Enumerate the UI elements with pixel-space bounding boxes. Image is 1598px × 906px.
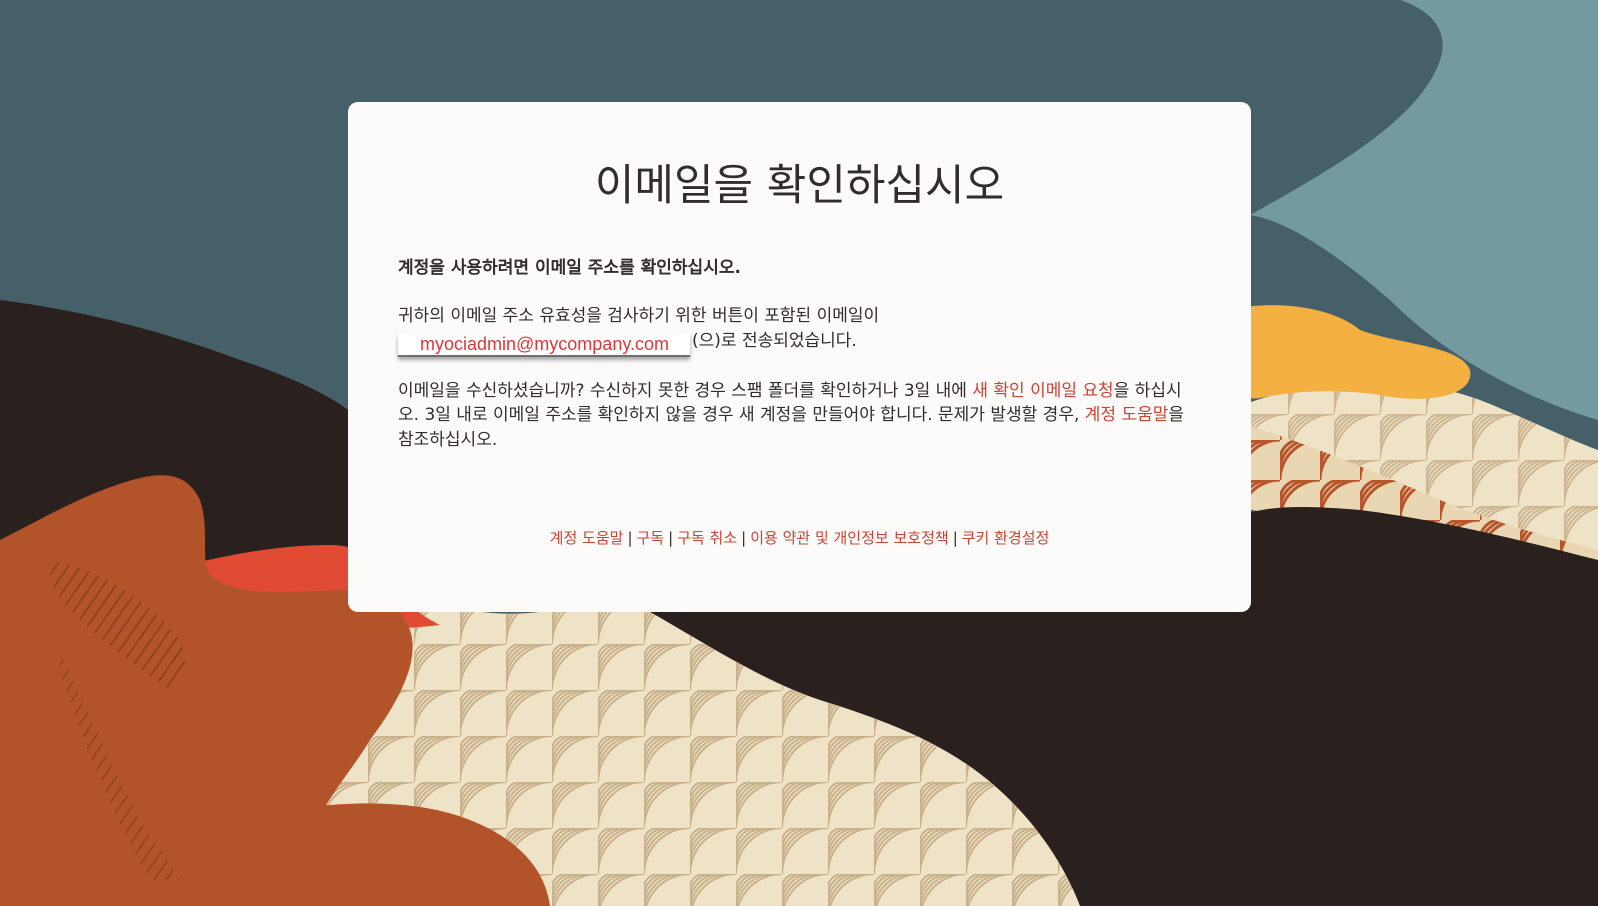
footer-link-terms-privacy[interactable]: 이용 약관 및 개인정보 보호정책 xyxy=(750,529,948,547)
footer-links: 계정 도움말 | 구독 | 구독 취소 | 이용 약관 및 개인정보 보호정책 | 쿠키 환경설… xyxy=(348,528,1251,548)
page-title: 이메일을 확인하십시오 xyxy=(594,161,1005,211)
footer-separator: | xyxy=(627,529,633,547)
account-help-link[interactable]: 계정 도움말 xyxy=(1085,405,1169,425)
page-background: 이메일을 확인하십시오 계정을 사용하려면 이메일 주소를 확인하십시오. 귀하… xyxy=(0,0,1598,906)
email-address-highlight: myociadmin@mycompany.com xyxy=(398,332,690,357)
not-received-message: 이메일을 수신하셨습니까? 수신하지 못한 경우 스팸 폴더를 확인하거나 3일… xyxy=(398,379,1201,453)
footer-link-subscribe[interactable]: 구독 xyxy=(637,529,665,547)
footer-link-unsubscribe[interactable]: 구독 취소 xyxy=(677,529,737,547)
email-sent-suffix: (으)로 전송되었습니다. xyxy=(692,330,857,351)
request-new-verification-email-link[interactable]: 새 확인 이메일 요청 xyxy=(972,381,1113,401)
footer-separator: | xyxy=(952,529,958,547)
verify-instruction: 계정을 사용하려면 이메일 주소를 확인하십시오. xyxy=(398,258,741,278)
footer-link-account-help[interactable]: 계정 도움말 xyxy=(550,529,624,547)
email-sent-message: 귀하의 이메일 주소 유효성을 검사하기 위한 버튼이 포함된 이메일이 myo… xyxy=(398,304,1201,357)
footer-separator: | xyxy=(741,529,747,547)
footer-separator: | xyxy=(668,529,674,547)
email-verification-card: 이메일을 확인하십시오 계정을 사용하려면 이메일 주소를 확인하십시오. 귀하… xyxy=(348,102,1251,612)
footer-link-cookie-preferences[interactable]: 쿠키 환경설정 xyxy=(962,529,1050,547)
email-sent-text-line1: 귀하의 이메일 주소 유효성을 검사하기 위한 버튼이 포함된 이메일이 xyxy=(398,306,880,326)
not-received-text-part1: 이메일을 수신하셨습니까? 수신하지 못한 경우 스팸 폴더를 확인하거나 3일… xyxy=(398,380,973,401)
